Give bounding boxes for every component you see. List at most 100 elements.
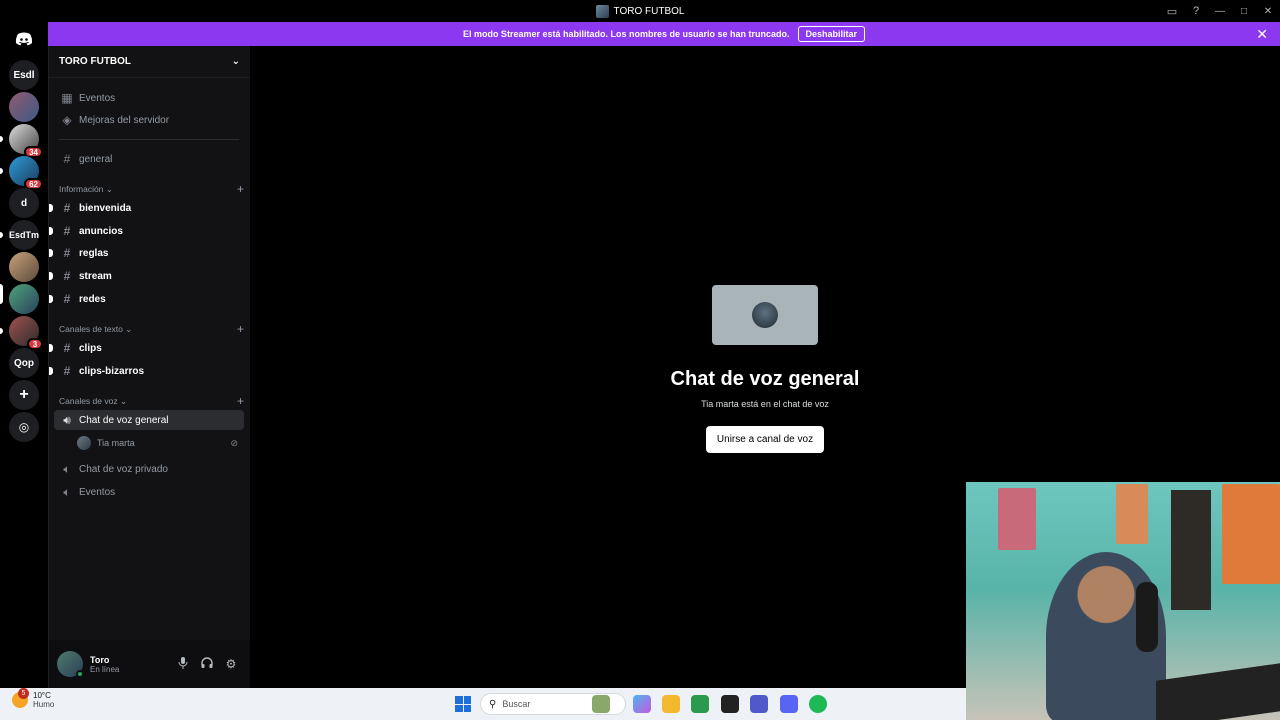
channel-bienvenida[interactable]: # bienvenida [49,198,244,218]
channel-anuncios[interactable]: # anuncios [49,221,244,241]
server-thumbnail-icon [595,4,609,18]
app-icon[interactable] [721,695,739,713]
webcam-overlay [966,482,1280,720]
search-highlight-icon [592,695,610,713]
server-rail: Esdl 34 62 d EsdTm 3 Qop + ◎ [0,22,48,688]
discover-icon[interactable]: ◎ [9,412,39,442]
join-voice-channel-button[interactable]: Unirse a canal de voz [706,426,824,453]
server-icon-1[interactable]: Esdl [9,60,39,90]
voice-preview-card [712,285,818,345]
voice-channel-general[interactable]: 🔊︎ Chat de voz general [54,410,244,430]
add-channel-icon[interactable]: + [237,182,244,196]
gear-icon[interactable]: ⚙ [219,657,243,671]
unread-indicator [49,227,53,235]
voice-channel-title: Chat de voz general [670,368,860,390]
channel-stream[interactable]: # stream [49,266,244,286]
search-icon: ⚲ [489,698,497,710]
hashtag-icon: # [63,364,71,378]
muted-mic-icon: ⊘ [230,437,238,448]
window-title: TORO FUTBOL [595,4,684,18]
taskbar: 5 10°C Humo ⚲ Buscar [0,688,966,720]
username: Toro [90,654,110,665]
weather-condition: Humo [33,700,55,709]
user-panel: Toro En línea ⚙ [49,640,251,688]
unread-indicator [49,295,53,303]
title-bar-controls: ▭ ? — □ ✕ [1160,0,1280,22]
channel-sidebar: TORO FUTBOL ⌄ ▦ Eventos ◈ Mejoras del se… [48,46,251,688]
maximize-button[interactable]: □ [1232,0,1256,22]
channel-label: general [79,153,113,165]
calendar-icon: ▦ [61,91,73,105]
chrome-icon[interactable] [691,695,709,713]
sidebar-item-label: Eventos [79,92,116,104]
user-info[interactable]: Toro En línea [90,655,171,674]
channel-clips-bizarros[interactable]: # clips-bizarros [49,361,244,381]
channel-clips[interactable]: # clips [49,338,244,358]
minimize-button[interactable]: — [1208,0,1232,22]
avatar [752,302,778,328]
category-canales-de-texto[interactable]: Canales de texto ⌄ + [59,322,244,336]
server-icon-5[interactable]: d [9,188,39,218]
add-server-icon[interactable]: + [9,380,39,410]
streamer-mode-banner: El modo Streamer está habilitado. Los no… [48,22,1280,46]
door [1171,490,1211,610]
hashtag-icon: # [63,224,71,238]
microphone [1136,582,1158,652]
add-channel-icon[interactable]: + [237,394,244,408]
unread-indicator [49,204,53,212]
server-icon-2[interactable] [9,92,39,122]
discord-home-icon[interactable] [9,24,39,54]
temperature: 10°C [33,691,51,700]
hashtag-icon: # [63,292,71,306]
boost-icon: ◈ [62,113,72,127]
channel-reglas[interactable]: # reglas [49,243,244,263]
server-icon-7[interactable] [9,252,39,282]
voice-user-tia-marta[interactable]: Tia marta ⊘ [77,434,244,452]
channel-label: Chat de voz general [79,414,169,426]
weather-widget[interactable]: 5 10°C Humo [12,688,55,709]
server-icon-6[interactable]: EsdTm [9,220,39,250]
discord-taskbar-icon[interactable] [780,695,798,713]
close-window-button[interactable]: ✕ [1256,0,1280,22]
server-icon-8[interactable]: 3 [9,316,43,350]
server-icon-9[interactable]: Qop [9,348,39,378]
close-icon[interactable]: ✕ [1256,26,1268,43]
divider [59,139,239,140]
copilot-icon[interactable] [633,695,651,713]
add-channel-icon[interactable]: + [237,322,244,336]
server-icon-3[interactable]: 34 [9,124,43,158]
headphones-icon[interactable] [195,656,219,672]
chevron-down-icon: ⌄ [231,56,240,67]
sidebar-item-events[interactable]: ▦ Eventos [54,88,244,108]
inbox-icon[interactable]: ▭ [1160,0,1184,22]
channel-redes[interactable]: # redes [49,289,244,309]
sidebar-item-server-boosts[interactable]: ◈ Mejoras del servidor [54,110,244,130]
channel-label: clips [79,342,102,354]
category-informacion[interactable]: Información ⌄ + [59,182,244,196]
windows-start-icon[interactable] [455,696,471,712]
avatar[interactable] [57,651,84,678]
unread-indicator [0,328,3,334]
server-header[interactable]: TORO FUTBOL ⌄ [49,46,250,78]
voice-channel-privado[interactable]: 🔈︎ Chat de voz privado [54,459,244,479]
hashtag-icon: # [63,269,71,283]
search-placeholder: Buscar [502,699,531,709]
spotify-icon[interactable] [809,695,827,713]
server-icon-toro-futbol[interactable] [9,284,39,314]
disable-streamer-mode-button[interactable]: Deshabilitar [797,26,866,42]
channel-label: stream [79,270,112,282]
sidebar-item-label: Mejoras del servidor [79,114,170,126]
category-canales-de-voz[interactable]: Canales de voz ⌄ + [59,394,244,408]
help-icon[interactable]: ? [1184,0,1208,22]
server-icon-4[interactable]: 62 [9,156,43,190]
weather-icon: 5 [12,688,29,708]
avatar [77,436,91,450]
channel-label: bienvenida [79,202,132,214]
selected-server-indicator [0,284,3,304]
voice-channel-subtitle: Tia marta está en el chat de voz [701,399,829,409]
file-explorer-icon[interactable] [662,695,680,713]
channel-general[interactable]: # general [54,149,244,169]
microphone-icon[interactable] [171,656,195,672]
voice-channel-eventos[interactable]: 🔈︎ Eventos [54,482,244,502]
teams-icon[interactable] [750,695,768,713]
